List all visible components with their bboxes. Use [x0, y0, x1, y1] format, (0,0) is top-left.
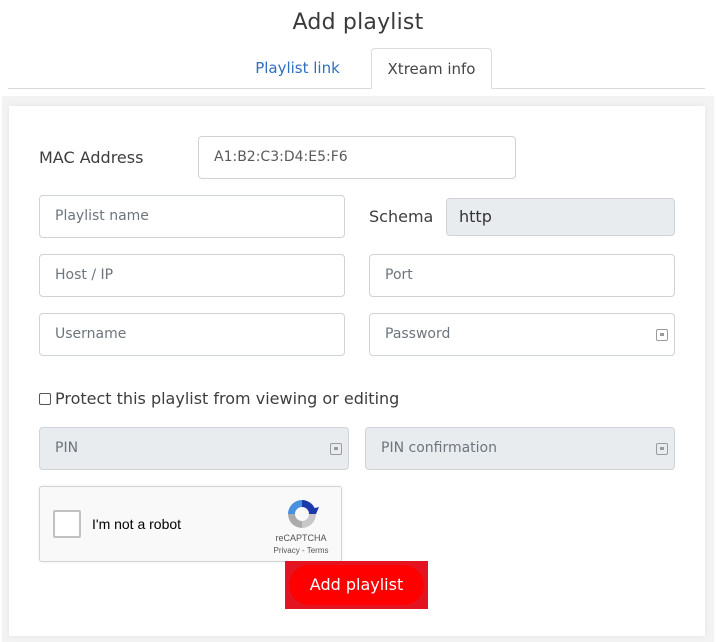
password-placeholder: Password	[385, 326, 451, 342]
mac-address-label: MAC Address	[39, 148, 144, 167]
recaptcha-privacy-terms-links[interactable]: Privacy - Terms	[260, 546, 342, 555]
pin-confirmation-placeholder: PIN confirmation	[381, 440, 497, 456]
password-input[interactable]: Password	[369, 313, 675, 356]
pin-reveal-icon[interactable]	[330, 443, 342, 455]
playlist-name-input[interactable]: Playlist name	[39, 195, 345, 238]
recaptcha-widget: I'm not a robot reCAPTCHA Privacy - Term…	[39, 486, 342, 562]
add-playlist-button-focus-frame: Add playlist	[285, 561, 428, 609]
schema-select[interactable]: http	[446, 198, 675, 236]
tabs-divider	[8, 88, 705, 89]
recaptcha-checkbox[interactable]	[53, 510, 81, 538]
pin-confirmation-input[interactable]: PIN confirmation	[365, 427, 675, 470]
add-playlist-button[interactable]: Add playlist	[289, 565, 424, 605]
port-input[interactable]: Port	[369, 254, 675, 297]
username-input[interactable]: Username	[39, 313, 345, 356]
pin-placeholder: PIN	[55, 440, 79, 456]
pin-confirmation-reveal-icon[interactable]	[656, 443, 668, 455]
password-reveal-icon[interactable]	[656, 329, 668, 341]
protect-checkbox[interactable]	[39, 392, 51, 405]
page-title: Add playlist	[292, 10, 424, 35]
pin-input[interactable]: PIN	[39, 427, 349, 470]
host-input[interactable]: Host / IP	[39, 254, 345, 297]
mac-address-field[interactable]: A1:B2:C3:D4:E5:F6	[198, 136, 516, 179]
tab-playlist-link[interactable]: Playlist link	[240, 48, 355, 89]
recaptcha-brand: reCAPTCHA	[275, 533, 327, 543]
recaptcha-label: I'm not a robot	[92, 516, 182, 532]
tab-xtream-info[interactable]: Xtream info	[371, 48, 492, 89]
protect-playlist-option[interactable]: Protect this playlist from viewing or ed…	[39, 389, 399, 408]
protect-label: Protect this playlist from viewing or ed…	[55, 389, 400, 408]
add-playlist-page: Add playlist Playlist link Xtream info M…	[0, 0, 716, 642]
recaptcha-logo-icon	[288, 500, 319, 528]
schema-label: Schema	[369, 207, 434, 226]
